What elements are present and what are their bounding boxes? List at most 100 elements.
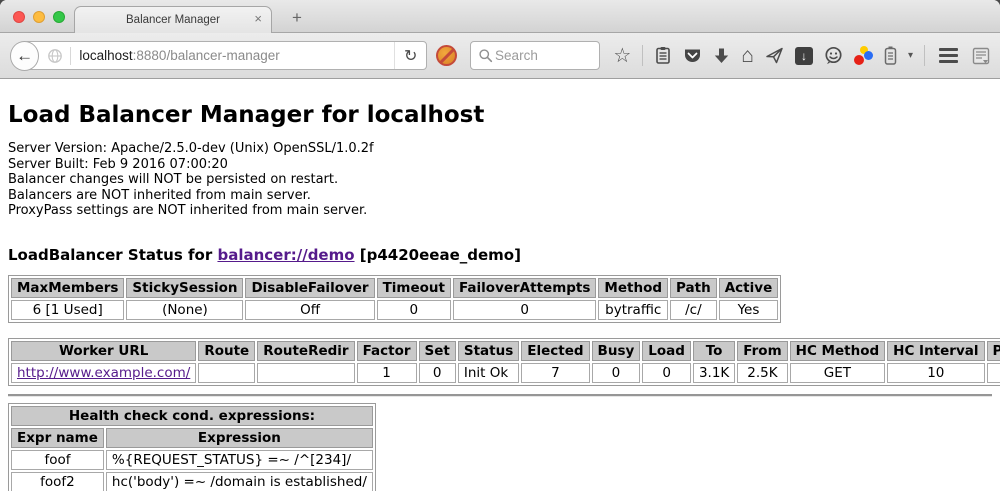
factor-cell: 1 [357,363,417,383]
search-bar[interactable] [470,41,600,70]
expr-name-cell: foof2 [11,472,104,491]
page-content: Load Balancer Manager for localhost Serv… [0,79,1000,491]
sticky-session-cell: (None) [126,300,243,320]
navigation-toolbar: ← localhost:8880/balancer-manager ↻ ☆ [0,33,1000,79]
toolbar-icons: ☆ ⌂ ↓ [613,45,990,66]
flashblock-extension-button[interactable] [436,45,457,66]
download-arrow-icon [713,47,730,65]
clipboard-icon [654,46,672,65]
balancer-demo-link[interactable]: balancer://demo [217,246,354,264]
status-heading-suffix: [p4420eeae_demo] [360,246,521,264]
server-built-line: Server Built: Feb 9 2016 07:00:20 [8,157,992,173]
downloadhelper-button[interactable] [854,46,873,65]
column-header: Status [458,341,519,361]
url-bar[interactable]: localhost:8880/balancer-manager ↻ [24,41,427,70]
proxypass-notice-line: ProxyPass settings are NOT inherited fro… [8,203,992,219]
tab-balancer-manager[interactable]: Balancer Manager × [74,6,272,33]
table-row: foof2 hc('body') =~ /domain is establish… [11,472,373,491]
column-header: Timeout [377,278,451,298]
address-text[interactable]: localhost:8880/balancer-manager [79,48,394,63]
elected-cell: 7 [521,363,589,383]
search-icon [478,48,493,63]
table-row: 6 [1 Used] (None) Off 0 0 bytraffic /c/ … [11,300,778,320]
feedback-button[interactable] [824,46,843,65]
home-button[interactable]: ⌂ [741,46,754,66]
tab-close-icon[interactable]: × [254,12,262,26]
expression-cell: %{REQUEST_STATUS} =~ /^[234]/ [106,450,373,470]
search-input[interactable] [493,47,585,64]
menu-button[interactable] [939,48,958,63]
table-row: http://www.example.com/ 1 0 Init Ok 7 0 … [11,363,1000,383]
table-header-row: Worker URL Route RouteRedir Factor Set S… [11,341,1000,361]
section-divider [8,394,992,397]
server-info: Server Version: Apache/2.5.0-dev (Unix) … [8,141,992,219]
tab-bar: Balancer Manager × + [0,0,1000,33]
passes-cell: 1 (0) [987,363,1000,383]
bookmark-star-button[interactable]: ☆ [613,46,631,66]
expression-cell: hc('body') =~ /domain is established/ [106,472,373,491]
browser-window: Balancer Manager × + ← localhost:8880/ba… [0,0,1000,491]
star-icon: ☆ [613,46,631,66]
hc-interval-cell: 10 [887,363,984,383]
column-header: RouteRedir [257,341,354,361]
health-check-table-title: Health check cond. expressions: [11,406,373,426]
column-header: HC Interval [887,341,984,361]
load-cell: 0 [642,363,691,383]
pocket-icon [683,47,702,65]
column-header: FailoverAttempts [453,278,596,298]
persist-notice-line: Balancer changes will NOT be persisted o… [8,172,992,188]
column-header: Busy [592,341,641,361]
minimize-window-button[interactable] [33,11,45,23]
status-cell: Init Ok [458,363,519,383]
toolbar-right-cluster [924,45,990,66]
pageshot-button[interactable] [972,47,990,65]
column-header: DisableFailover [245,278,374,298]
reading-list-button[interactable] [654,46,672,65]
busy-cell: 0 [592,363,641,383]
downloads-button[interactable] [713,47,730,65]
table-title-row: Health check cond. expressions: [11,406,373,426]
column-header: Set [419,341,456,361]
extension-battery-button[interactable] [884,46,897,65]
worker-status-table: Worker URL Route RouteRedir Factor Set S… [8,338,1000,386]
new-tab-button[interactable]: + [286,8,308,28]
window-controls [13,11,65,23]
url-host: localhost [79,48,132,63]
path-cell: /c/ [670,300,717,320]
route-cell [198,363,255,383]
pocket-button[interactable] [683,47,702,65]
worker-url-link[interactable]: http://www.example.com/ [17,365,190,381]
column-header: Passes [987,341,1000,361]
tab-title: Balancer Manager [126,14,220,26]
table-header-row: Expr name Expression [11,428,373,448]
balancer-settings-table: MaxMembers StickySession DisableFailover… [8,275,781,323]
red-dot-icon [854,55,864,65]
column-header: Method [598,278,668,298]
server-version-line: Server Version: Apache/2.5.0-dev (Unix) … [8,141,992,157]
column-header: HC Method [790,341,886,361]
paper-plane-icon [765,46,784,65]
toolbar-divider [924,45,925,66]
page-title: Load Balancer Manager for localhost [8,102,992,128]
column-header: Active [719,278,779,298]
url-divider [70,47,71,65]
timeout-cell: 0 [377,300,451,320]
reload-button[interactable]: ↻ [394,42,426,69]
back-button[interactable]: ← [10,41,39,71]
hamburger-icon [939,48,958,51]
column-header: Path [670,278,717,298]
from-cell: 2.5K [737,363,787,383]
column-header: Elected [521,341,589,361]
globe-icon [47,48,63,64]
column-header: Factor [357,341,417,361]
worker-url-cell: http://www.example.com/ [11,363,196,383]
zoom-window-button[interactable] [53,11,65,23]
overflow-caret-icon[interactable]: ▾ [908,50,913,61]
to-cell: 3.1K [693,363,735,383]
column-header: Load [642,341,691,361]
close-window-button[interactable] [13,11,25,23]
column-header: Route [198,341,255,361]
back-icon: ← [16,46,33,66]
video-download-button[interactable]: ↓ [795,47,813,65]
send-tab-button[interactable] [765,46,784,65]
